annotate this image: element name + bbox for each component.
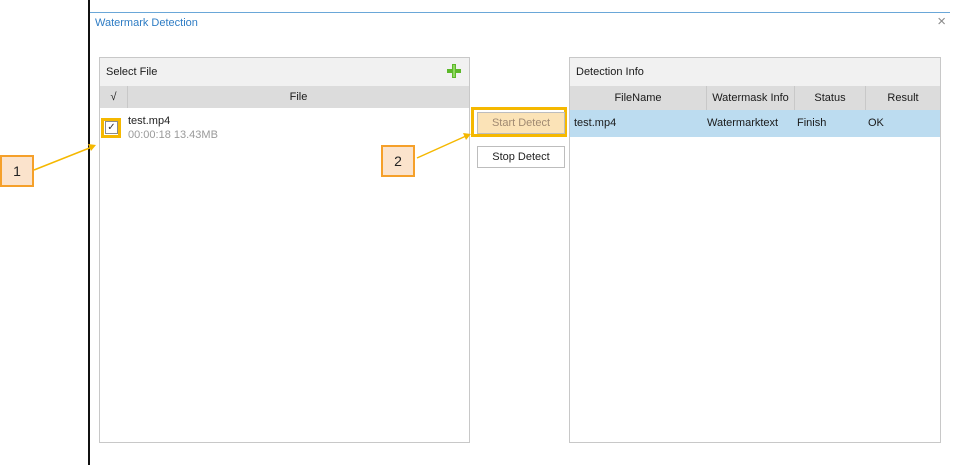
callout-2: 2 — [381, 145, 415, 177]
callout-leader-lines — [33, 133, 471, 171]
leader-line-2 — [416, 135, 467, 159]
callout-1: 1 — [0, 155, 34, 187]
leader-line-1 — [33, 146, 93, 171]
